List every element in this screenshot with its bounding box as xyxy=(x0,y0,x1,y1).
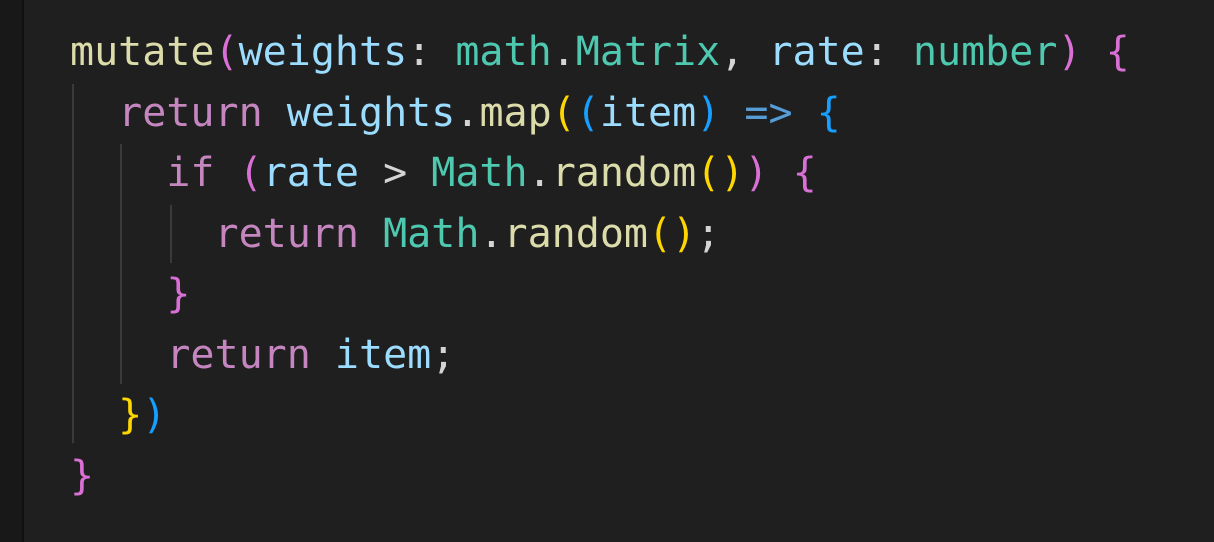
code-token-type: number xyxy=(912,29,1058,75)
code-token-b1: { xyxy=(1105,29,1130,75)
code-token-punc: ; xyxy=(431,331,456,378)
code-token-var: weights xyxy=(286,89,456,136)
code-token-fn: map xyxy=(479,89,552,136)
code-token-punc: . xyxy=(527,150,552,196)
code-line[interactable]: return weights.map((item) => { xyxy=(70,83,1130,144)
code-token-punc xyxy=(1082,29,1106,75)
code-token-b2: ) xyxy=(720,150,745,196)
code-token-ctl: return xyxy=(214,210,360,257)
code-token-punc: : xyxy=(864,29,913,75)
code-token-punc: . xyxy=(479,210,504,257)
code-token-b1: { xyxy=(792,150,817,196)
code-token-type: Math xyxy=(383,210,480,257)
code-line[interactable]: } xyxy=(70,264,1130,325)
code-token-var: rate xyxy=(768,29,865,75)
code-token-ctl: return xyxy=(118,89,263,136)
code-token-punc xyxy=(359,211,383,257)
code-token-ctl: return xyxy=(166,331,311,378)
code-token-punc: > xyxy=(359,150,432,196)
code-token-b3: ) xyxy=(142,392,167,438)
code-token-punc xyxy=(215,150,239,196)
code-token-b3: ( xyxy=(575,89,600,136)
code-line[interactable]: if (rate > Math.random()) { xyxy=(70,143,1130,204)
code-token-b2: ( xyxy=(696,150,721,196)
code-token-punc: ; xyxy=(696,210,721,257)
code-token-var: item xyxy=(599,89,697,136)
code-token-b1: } xyxy=(166,271,191,317)
editor-gutter-border xyxy=(0,0,24,542)
code-token-b1: ( xyxy=(214,29,239,75)
code-token-fn: mutate xyxy=(70,29,215,75)
code-token-punc: : xyxy=(407,29,456,75)
code-editor[interactable]: mutate(weights: math.Matrix, rate: numbe… xyxy=(0,0,1214,542)
code-token-fn: random xyxy=(503,210,649,257)
code-token-punc xyxy=(768,150,792,196)
code-block[interactable]: mutate(weights: math.Matrix, rate: numbe… xyxy=(70,22,1130,506)
code-token-punc xyxy=(263,90,287,136)
code-token-type: math xyxy=(455,29,552,75)
code-token-b2: ( xyxy=(648,210,673,257)
code-token-var: item xyxy=(334,331,432,378)
code-token-op: => xyxy=(744,89,793,136)
code-token-ctl: if xyxy=(166,150,215,196)
code-line[interactable]: return item; xyxy=(70,325,1130,386)
code-token-type: Matrix xyxy=(575,29,721,75)
code-token-punc xyxy=(311,332,335,378)
code-line[interactable]: return Math.random(); xyxy=(70,204,1130,265)
code-line[interactable]: } xyxy=(70,446,1130,507)
code-token-b1: ) xyxy=(744,150,769,196)
code-token-b3: ) xyxy=(696,89,721,136)
code-token-var: weights xyxy=(238,29,408,75)
code-token-b1: } xyxy=(70,452,95,499)
code-line[interactable]: mutate(weights: math.Matrix, rate: numbe… xyxy=(70,22,1130,83)
code-token-b1: ) xyxy=(1057,29,1082,75)
code-token-var: rate xyxy=(262,150,360,196)
code-token-b2: ) xyxy=(672,210,697,257)
code-token-b2: ( xyxy=(551,89,576,136)
code-line[interactable]: }) xyxy=(70,385,1130,446)
code-token-punc: . xyxy=(551,29,576,75)
code-token-punc: . xyxy=(455,89,480,136)
code-token-punc xyxy=(720,90,744,136)
code-token-b3: { xyxy=(816,89,841,136)
code-token-punc xyxy=(793,90,817,136)
code-token-fn: random xyxy=(551,150,697,196)
code-token-type: Math xyxy=(431,150,528,196)
code-token-b1: ( xyxy=(238,150,263,196)
code-token-punc: , xyxy=(720,29,769,75)
code-token-b2: } xyxy=(118,392,143,438)
